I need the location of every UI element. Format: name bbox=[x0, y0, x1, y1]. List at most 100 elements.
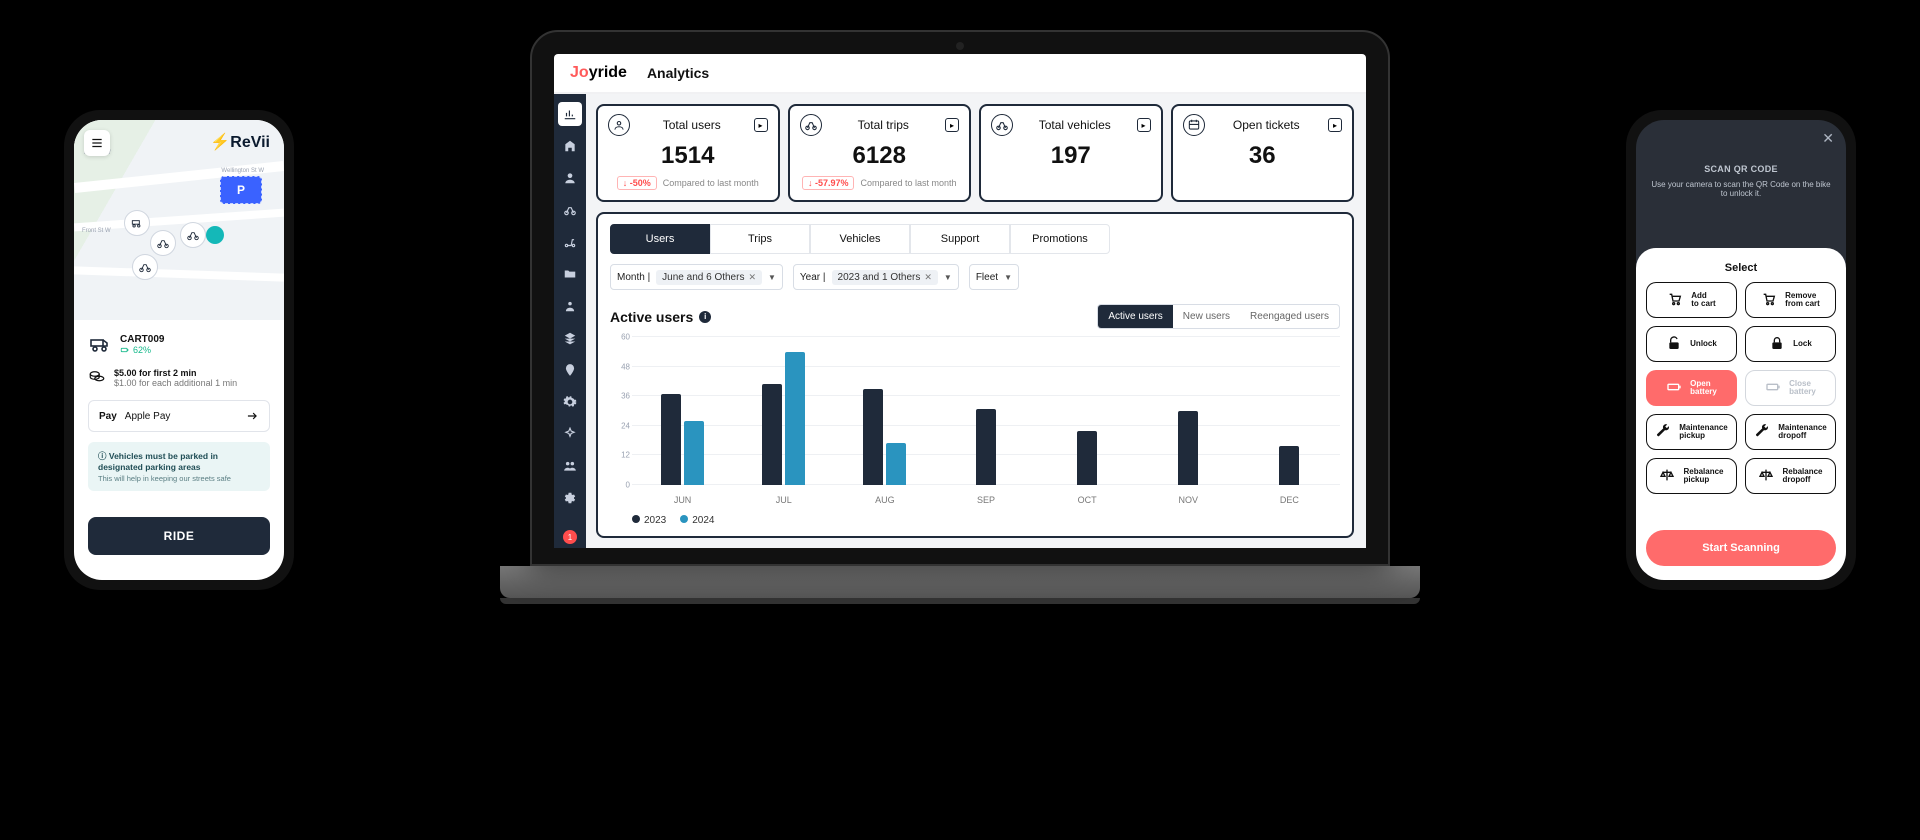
action-lock[interactable]: Lock bbox=[1745, 326, 1836, 362]
action-rebalance-pickup[interactable]: Rebalancepickup bbox=[1646, 458, 1737, 494]
tab-support[interactable]: Support bbox=[910, 224, 1010, 254]
action-label: Openbattery bbox=[1690, 380, 1717, 397]
bar[interactable] bbox=[863, 389, 883, 485]
sheet-title: Select bbox=[1646, 262, 1836, 274]
bar-chart: 01224364860 JUNJULAUGSEPOCTNOVDEC bbox=[610, 337, 1340, 507]
bar[interactable] bbox=[1077, 431, 1097, 485]
filter-year[interactable]: Year | 2023 and 1 Others✕ ▼ bbox=[793, 264, 959, 290]
tab-trips[interactable]: Trips bbox=[710, 224, 810, 254]
bar[interactable] bbox=[1178, 411, 1198, 485]
battery-level: 62% bbox=[120, 345, 164, 355]
x-tick: SEP bbox=[935, 495, 1036, 505]
sidebar-icon-settings[interactable] bbox=[558, 486, 582, 510]
bar[interactable] bbox=[976, 409, 996, 485]
segment-option[interactable]: Active users bbox=[1098, 305, 1172, 328]
bar[interactable] bbox=[1279, 446, 1299, 485]
start-scanning-button[interactable]: Start Scanning bbox=[1646, 530, 1836, 566]
kpi-icon bbox=[800, 114, 822, 136]
sidebar-icon-team[interactable] bbox=[558, 454, 582, 478]
menu-button[interactable] bbox=[84, 130, 110, 156]
sidebar-icon-admin[interactable] bbox=[558, 294, 582, 318]
scale-icon bbox=[1659, 467, 1675, 485]
action-label: Maintenancepickup bbox=[1679, 424, 1727, 441]
bar[interactable] bbox=[886, 443, 906, 485]
action-remove-from-cart[interactable]: Removefrom cart bbox=[1745, 282, 1836, 318]
kpi-icon bbox=[608, 114, 630, 136]
action-maintenance-pickup[interactable]: Maintenancepickup bbox=[1646, 414, 1737, 450]
sidebar-icon-org[interactable] bbox=[558, 134, 582, 158]
sidebar-icon-gear[interactable] bbox=[558, 390, 582, 414]
vehicle-pin-bike[interactable] bbox=[150, 230, 176, 256]
sidebar-icon-user[interactable] bbox=[558, 166, 582, 190]
action-label: Rebalancedropoff bbox=[1782, 468, 1822, 485]
sidebar-icon-bike[interactable] bbox=[558, 198, 582, 222]
kpi-card: Total trips ▸ 6128 ↓ -57.97%Compared to … bbox=[788, 104, 972, 202]
parking-zone-badge[interactable]: P bbox=[220, 176, 262, 204]
sidebar-icon-analytics[interactable] bbox=[558, 102, 582, 126]
dashboard-header: Joyride Analytics bbox=[554, 54, 1366, 94]
kpi-expand-button[interactable]: ▸ bbox=[1328, 118, 1342, 132]
user-location-dot bbox=[206, 226, 224, 244]
sidebar-notif-badge[interactable]: 1 bbox=[563, 530, 577, 544]
y-tick: 36 bbox=[621, 392, 630, 401]
battery-icon bbox=[1666, 379, 1682, 397]
unlock-icon bbox=[1666, 335, 1682, 353]
y-tick: 24 bbox=[621, 421, 630, 430]
kpi-expand-button[interactable]: ▸ bbox=[945, 118, 959, 132]
scan-subtitle: Use your camera to scan the QR Code on t… bbox=[1636, 180, 1846, 198]
x-tick: DEC bbox=[1239, 495, 1340, 505]
kpi-card: Open tickets ▸ 36 bbox=[1171, 104, 1355, 202]
action-rebalance-dropoff[interactable]: Rebalancedropoff bbox=[1745, 458, 1836, 494]
bar[interactable] bbox=[661, 394, 681, 485]
bar[interactable] bbox=[684, 421, 704, 485]
chip-remove-icon[interactable]: ✕ bbox=[924, 272, 932, 283]
apple-pay-logo: Pay bbox=[99, 411, 117, 422]
action-label: Closebattery bbox=[1789, 380, 1816, 397]
payment-method-row[interactable]: Pay Apple Pay bbox=[88, 400, 270, 432]
sidebar-icon-layers[interactable] bbox=[558, 326, 582, 350]
map-view[interactable]: King St W Wellington St W Front St W ⚡Re… bbox=[74, 120, 284, 320]
kpi-expand-button[interactable]: ▸ bbox=[1137, 118, 1151, 132]
sidebar-icon-ai[interactable] bbox=[558, 422, 582, 446]
rider-app: King St W Wellington St W Front St W ⚡Re… bbox=[74, 120, 284, 580]
bar[interactable] bbox=[785, 352, 805, 485]
vehicle-pin-bike[interactable] bbox=[132, 254, 158, 280]
bar-group bbox=[1138, 337, 1239, 485]
chip-remove-icon[interactable]: ✕ bbox=[748, 272, 756, 283]
filter-bar: Month | June and 6 Others✕ ▼ Year | 2023… bbox=[598, 254, 1352, 300]
vehicle-pin-bike[interactable] bbox=[180, 222, 206, 248]
segment-option[interactable]: Reengaged users bbox=[1240, 305, 1339, 328]
kpi-value: 197 bbox=[991, 142, 1151, 170]
action-unlock[interactable]: Unlock bbox=[1646, 326, 1737, 362]
sidebar-icon-scooter[interactable] bbox=[558, 230, 582, 254]
info-icon[interactable]: i bbox=[699, 311, 711, 323]
tab-users[interactable]: Users bbox=[610, 224, 710, 254]
tab-vehicles[interactable]: Vehicles bbox=[810, 224, 910, 254]
sidebar-icon-folder[interactable] bbox=[558, 262, 582, 286]
action-open-battery[interactable]: Openbattery bbox=[1646, 370, 1737, 406]
bar[interactable] bbox=[762, 384, 782, 485]
kpi-value: 1514 bbox=[608, 142, 768, 170]
vehicle-pin-cart[interactable] bbox=[124, 210, 150, 236]
ride-button[interactable]: RIDE bbox=[88, 517, 270, 555]
filter-fleet[interactable]: Fleet ▼ bbox=[969, 264, 1019, 290]
tab-promotions[interactable]: Promotions bbox=[1010, 224, 1110, 254]
kpi-delta-chip: ↓ -50% bbox=[617, 176, 657, 190]
action-add-to-cart[interactable]: Addto cart bbox=[1646, 282, 1737, 318]
close-icon[interactable]: ✕ bbox=[1822, 130, 1834, 147]
scan-title: SCAN QR CODE bbox=[1636, 164, 1846, 174]
filter-month[interactable]: Month | June and 6 Others✕ ▼ bbox=[610, 264, 783, 290]
action-label: Maintenancedropoff bbox=[1778, 424, 1826, 441]
kpi-expand-button[interactable]: ▸ bbox=[754, 118, 768, 132]
panel-tabs: UsersTripsVehiclesSupportPromotions bbox=[598, 214, 1352, 254]
bar-group bbox=[935, 337, 1036, 485]
action-maintenance-dropoff[interactable]: Maintenancedropoff bbox=[1745, 414, 1836, 450]
vehicle-sheet: CART009 62% $5.00 for first 2 min $1.00 … bbox=[74, 320, 284, 503]
cart-icon bbox=[1667, 291, 1683, 309]
scale-icon bbox=[1758, 467, 1774, 485]
chart-title: Active users i bbox=[610, 309, 711, 325]
sidebar-icon-geo[interactable] bbox=[558, 358, 582, 382]
kpi-title: Total trips bbox=[830, 118, 938, 132]
phone-ops-device: ✕ SCAN QR CODE Use your camera to scan t… bbox=[1626, 110, 1856, 590]
segment-option[interactable]: New users bbox=[1173, 305, 1240, 328]
